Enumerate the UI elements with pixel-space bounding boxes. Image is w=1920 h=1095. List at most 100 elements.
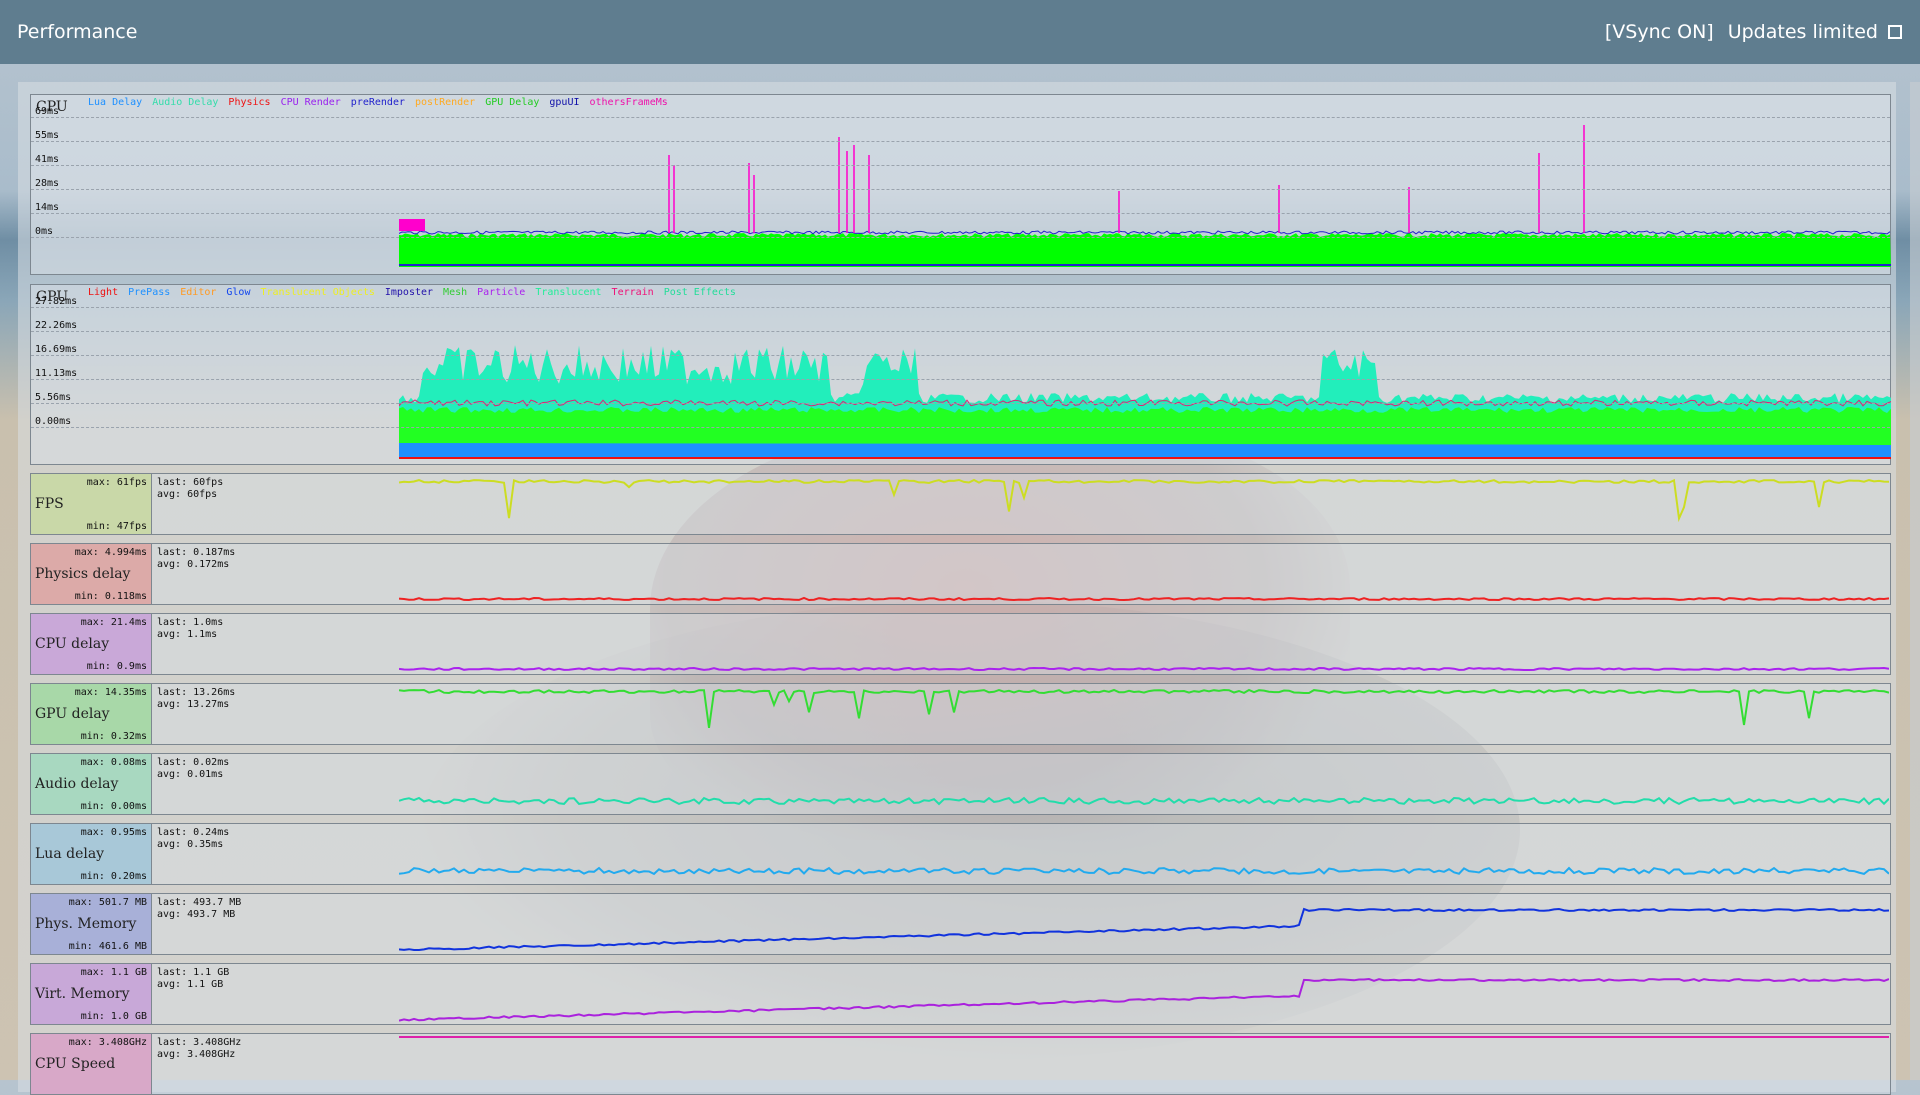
cpu-legend-item: CPU Render bbox=[280, 97, 341, 108]
gpu-gridline bbox=[31, 379, 1890, 380]
vsync-status: [VSync ON] bbox=[1604, 21, 1714, 43]
metric-sparkline bbox=[399, 907, 1889, 951]
metric-label-box: max: 0.95ms Lua delay min: 0.20ms bbox=[31, 824, 152, 884]
metric-sparkline bbox=[399, 688, 1889, 729]
gpu-legend-item: Glow bbox=[226, 287, 251, 298]
metric-row: max: 501.7 MB Phys. Memory min: 461.6 MB la… bbox=[30, 893, 1891, 955]
metric-row: max: 0.95ms Lua delay min: 0.20ms last: 0.2… bbox=[30, 823, 1891, 885]
metric-name: CPU Speed bbox=[35, 1056, 116, 1072]
metric-label-box: max: 501.7 MB Phys. Memory min: 461.6 MB bbox=[31, 894, 152, 954]
metric-stats: last: 60fps avg: 60fps bbox=[157, 477, 224, 500]
metric-label-box: max: 61fps FPS min: 47fps bbox=[31, 474, 152, 534]
panel-scrollbar[interactable] bbox=[1910, 82, 1920, 1080]
metric-min: min: 0.118ms bbox=[74, 591, 147, 602]
cpu-plot bbox=[399, 125, 1891, 267]
cpu-legend-item: postRender bbox=[414, 97, 476, 108]
gpu-legend-item: Mesh bbox=[443, 287, 468, 298]
metric-line bbox=[399, 688, 1889, 729]
cpu-y-tick: 55ms bbox=[35, 130, 60, 141]
cpu-legend-item: Lua Delay bbox=[88, 97, 143, 108]
metric-max: max: 0.95ms bbox=[80, 827, 147, 838]
metric-stats: last: 0.24ms avg: 0.35ms bbox=[157, 827, 230, 850]
metric-line bbox=[399, 907, 1889, 951]
metric-max: max: 0.08ms bbox=[80, 757, 147, 768]
metric-stats: last: 3.408GHz avg: 3.408GHz bbox=[157, 1037, 242, 1060]
gpu-legend: Light PrePass Editor Glow Translucent Object… bbox=[88, 287, 746, 298]
metric-label-box: max: 0.08ms Audio delay min: 0.00ms bbox=[31, 754, 152, 814]
metric-row: max: 0.08ms Audio delay min: 0.00ms last: 0… bbox=[30, 753, 1891, 815]
metric-row: max: 61fps FPS min: 47fps last: 60fps avg: … bbox=[30, 473, 1891, 535]
cpu-legend-item: Physics bbox=[228, 97, 271, 108]
cpu-legend-item: preRender bbox=[350, 97, 405, 108]
cpu-y-tick: 14ms bbox=[35, 202, 60, 213]
metric-line bbox=[399, 478, 1889, 523]
gpu-legend-item: PrePass bbox=[128, 287, 171, 298]
metric-row: max: 4.994ms Physics delay min: 0.118ms las… bbox=[30, 543, 1891, 605]
metric-min: min: 461.6 MB bbox=[68, 941, 147, 952]
gpu-prepass-area bbox=[399, 443, 1891, 459]
metric-name: Physics delay bbox=[35, 566, 131, 582]
metric-min: min: 0.20ms bbox=[80, 871, 147, 882]
metric-row: max: 21.4ms CPU delay min: 0.9ms last: 1.0m… bbox=[30, 613, 1891, 675]
metric-name: Virt. Memory bbox=[35, 986, 130, 1002]
cpu-y-tick: 69ms bbox=[35, 106, 60, 117]
cpu-legend-item: othersFrameMs bbox=[589, 97, 668, 108]
metric-stats: last: 13.26ms avg: 13.27ms bbox=[157, 687, 236, 710]
metric-name: Audio delay bbox=[35, 776, 119, 792]
gpu-y-tick: 22.26ms bbox=[35, 320, 78, 331]
gpu-legend-item: Editor bbox=[180, 287, 217, 298]
metric-stats: last: 0.187ms avg: 0.172ms bbox=[157, 547, 236, 570]
metric-max: max: 3.408GHz bbox=[68, 1037, 147, 1048]
cpu-gridline bbox=[31, 117, 1890, 118]
metric-sparkline bbox=[399, 866, 1889, 876]
updates-limited-checkbox[interactable] bbox=[1888, 25, 1902, 39]
cpu-prerender-line bbox=[399, 230, 1891, 235]
updates-limited-label: Updates limited bbox=[1727, 21, 1878, 43]
metric-max: max: 4.994ms bbox=[74, 547, 147, 558]
gpu-y-tick: 11.13ms bbox=[35, 368, 78, 379]
gpu-plot bbox=[399, 345, 1891, 459]
cpu-gridline bbox=[31, 237, 1890, 238]
metric-min: min: 0.00ms bbox=[80, 801, 147, 812]
gpu-legend-item: Translucent Objects bbox=[260, 287, 375, 298]
metric-line bbox=[399, 866, 1889, 876]
window-title: Performance bbox=[17, 21, 138, 43]
metric-name: CPU delay bbox=[35, 636, 110, 652]
gpu-gridline bbox=[31, 331, 1890, 332]
cpu-legend: Lua Delay Audio Delay Physics CPU Render pre… bbox=[88, 97, 678, 108]
metric-line bbox=[399, 596, 1889, 602]
cpu-graph: CPU Lua Delay Audio Delay Physics CPU Rende… bbox=[30, 94, 1891, 275]
gpu-y-tick: 5.56ms bbox=[35, 392, 72, 403]
metric-max: max: 501.7 MB bbox=[68, 897, 147, 908]
metric-label-box: max: 1.1 GB Virt. Memory min: 1.0 GB bbox=[31, 964, 152, 1024]
metric-label-box: max: 4.994ms Physics delay min: 0.118ms bbox=[31, 544, 152, 604]
metric-max: max: 14.35ms bbox=[74, 687, 147, 698]
gpu-legend-item: Translucent bbox=[535, 287, 602, 298]
metric-label-box: max: 21.4ms CPU delay min: 0.9ms bbox=[31, 614, 152, 674]
cpu-legend-item: GPU Delay bbox=[485, 97, 540, 108]
metric-max: max: 1.1 GB bbox=[80, 967, 147, 978]
title-bar: Performance [VSync ON] Updates limited bbox=[0, 0, 1920, 64]
cpu-gridline bbox=[31, 189, 1890, 190]
metric-label-box: max: 3.408GHz CPU Speed bbox=[31, 1034, 152, 1094]
cpu-area-fill bbox=[399, 233, 1891, 267]
metric-max: max: 21.4ms bbox=[80, 617, 147, 628]
gpu-legend-item: Imposter bbox=[384, 287, 434, 298]
gpu-legend-item: Light bbox=[88, 287, 119, 298]
metric-label-box: max: 14.35ms GPU delay min: 0.32ms bbox=[31, 684, 152, 744]
metric-min: min: 0.9ms bbox=[86, 661, 147, 672]
metric-max: max: 61fps bbox=[86, 477, 147, 488]
metric-sparkline bbox=[399, 596, 1889, 602]
metric-row: max: 3.408GHz CPU Speed last: 3.408GHz avg… bbox=[30, 1033, 1891, 1095]
gpu-legend-item: Particle bbox=[477, 287, 526, 298]
metric-line bbox=[399, 977, 1889, 1022]
metric-stats: last: 1.0ms avg: 1.1ms bbox=[157, 617, 224, 640]
metric-min: min: 47fps bbox=[86, 521, 147, 532]
metric-sparkline bbox=[399, 977, 1889, 1022]
gpu-y-tick: 0.00ms bbox=[35, 416, 72, 427]
cpu-y-tick: 0ms bbox=[35, 226, 54, 237]
metric-row: max: 1.1 GB Virt. Memory min: 1.0 GB last: … bbox=[30, 963, 1891, 1025]
gpu-gridline bbox=[31, 355, 1890, 356]
gpu-y-tick: 27.82ms bbox=[35, 296, 78, 307]
gpu-y-tick: 16.69ms bbox=[35, 344, 78, 355]
